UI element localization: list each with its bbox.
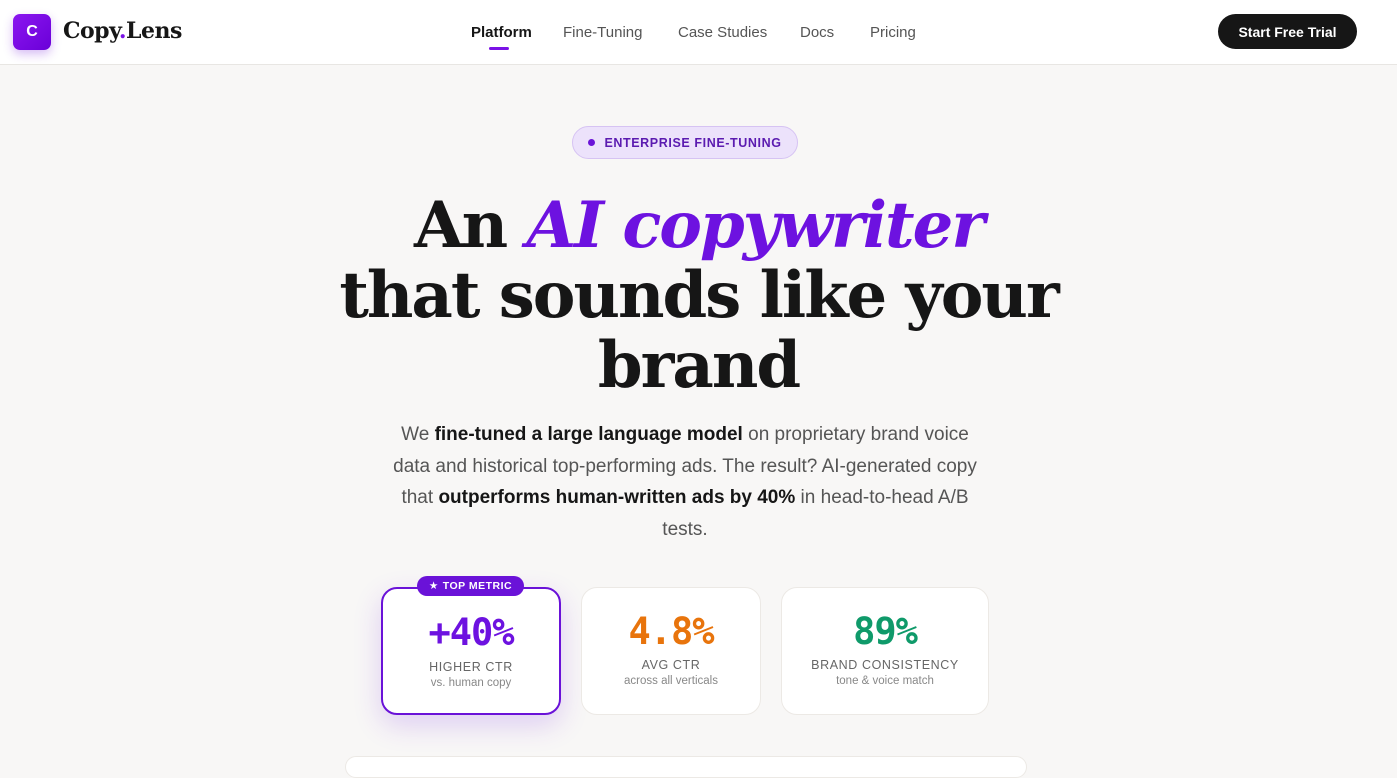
active-nav-indicator: [489, 47, 509, 50]
nav-link-case-studies[interactable]: Case Studies: [678, 24, 767, 41]
headline-accent: AI copywriter: [526, 188, 985, 263]
top-nav: C Copy.Lens Platform Fine-Tuning Case St…: [0, 0, 1397, 65]
start-free-trial-button[interactable]: Start Free Trial: [1218, 14, 1357, 49]
sub-bold-1: fine-tuned a large language model: [434, 424, 743, 445]
stat-value: +40%: [428, 611, 514, 654]
star-icon: ★: [428, 580, 439, 592]
pill-label: ENTERPRISE FINE-TUNING: [604, 135, 782, 150]
nav-link-docs[interactable]: Docs: [800, 24, 834, 41]
nav-links: Platform Fine-Tuning Case Studies Docs P…: [0, 0, 1397, 65]
stat-sub: tone & voice match: [836, 675, 934, 687]
headline-line-1: An AI copywriter: [0, 188, 1397, 263]
stat-card-higher-ctr: +40% HIGHER CTR vs. human copy: [381, 587, 561, 715]
stat-sub: across all verticals: [624, 675, 718, 687]
stat-label: BRAND CONSISTENCY: [811, 658, 959, 672]
sub-bold-2: outperforms human-written ads by 40%: [438, 487, 796, 508]
stat-card-avg-ctr: 4.8% AVG CTR across all verticals: [581, 587, 761, 715]
top-metric-tag: ★ TOP METRIC: [417, 576, 524, 596]
sub-text-1: We: [401, 424, 435, 445]
nav-link-fine-tuning[interactable]: Fine-Tuning: [563, 24, 642, 41]
next-section-card: [345, 756, 1027, 778]
headline-line-2: that sounds like your: [339, 258, 1059, 333]
headline-plain: An: [413, 188, 508, 263]
stat-label: AVG CTR: [641, 658, 701, 672]
enterprise-pill-badge: ENTERPRISE FINE-TUNING: [572, 126, 798, 159]
stat-sub: vs. human copy: [430, 677, 512, 689]
pill-dot-icon: [588, 139, 596, 146]
stat-label: HIGHER CTR: [429, 660, 513, 674]
stat-card-brand-consistency: 89% BRAND CONSISTENCY tone & voice match: [781, 587, 989, 715]
top-metric-label: TOP METRIC: [442, 580, 513, 592]
stat-value: 4.8%: [628, 610, 714, 653]
nav-link-platform[interactable]: Platform: [471, 24, 532, 41]
hero-description: We fine-tuned a large language model on …: [385, 419, 985, 545]
headline-line-3: brand: [597, 328, 801, 403]
nav-link-pricing[interactable]: Pricing: [870, 24, 916, 41]
stat-value: 89%: [853, 610, 918, 653]
